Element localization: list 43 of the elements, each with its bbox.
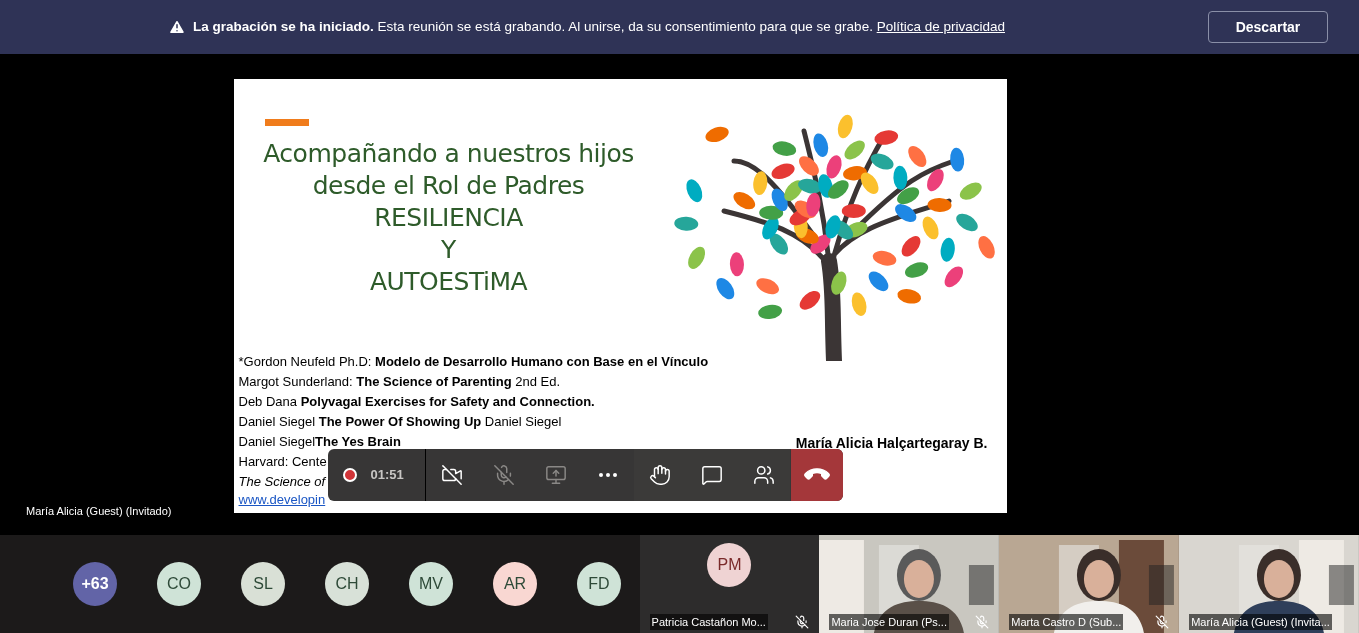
participant-avatar[interactable]: SL [241, 562, 285, 606]
presenter-name: María Alicia (Guest) (Invitado) [26, 503, 172, 519]
participant-avatar[interactable]: CH [325, 562, 369, 606]
participant-avatar[interactable]: MV [409, 562, 453, 606]
slide-title-line: Y [441, 234, 456, 266]
reference-line: Daniel SiegelThe Yes Brain [238, 433, 401, 451]
more-icon [598, 473, 617, 477]
accent-bar [264, 119, 309, 126]
reference-line: Deb Dana Polyvagal Exercises for Safety and Connection. [238, 393, 595, 411]
hang-up-button[interactable] [790, 449, 843, 501]
share-screen-icon [544, 464, 567, 486]
slide-title-line: desde el Rol de Padres [312, 170, 585, 202]
participant-avatar[interactable]: +63 [73, 562, 117, 606]
people-icon [752, 464, 775, 486]
reference-line: *Gordon Neufeld Ph.D: Modelo de Desarrollo Humano con Base en el Vínculo [238, 353, 709, 371]
slide-title-line: RESILIENCIA [374, 202, 523, 234]
author-name: María Alicia Halçartegaray B. [795, 435, 988, 451]
dismiss-button[interactable]: Descartar [1208, 11, 1328, 43]
chat-icon [700, 464, 723, 486]
toolbar-button[interactable] [633, 449, 686, 501]
toolbar-button[interactable] [737, 449, 790, 501]
participant-avatar: PM [707, 543, 752, 587]
reference-line: The Science of [238, 473, 326, 491]
camera-off-icon [440, 464, 463, 486]
warning-icon [168, 18, 186, 36]
mic-off-icon [492, 464, 515, 486]
call-timer: 01:51 [370, 466, 404, 485]
participant-avatar[interactable]: CO [157, 562, 201, 606]
slide-title-line: Acompañando a nuestros hijos [263, 138, 634, 170]
reference-link[interactable]: www.developin [238, 492, 326, 507]
reference-line: Harvard: Cente [238, 453, 327, 471]
privacy-link[interactable]: Política de privacidad [876, 18, 1005, 34]
reference-line: Margot Sunderland: The Science of Parenting 2nd Ed. [238, 373, 561, 391]
slide-title-line: AUTOESTiMA [369, 266, 528, 298]
participant-avatar[interactable]: FD [577, 562, 621, 606]
hand-icon [648, 464, 671, 486]
reference-line: Daniel Siegel The Power Of Showing Up Daniel Siegel [238, 413, 562, 431]
participant-name: Marta Castro D (Sub... [1009, 613, 1124, 630]
participant-name: Patricia Castañon Mo... [649, 613, 768, 630]
recording-message: La grabación se ha iniciado. Esta reunión se está grabando. Al unirse, da su consentimiento para que se grabe. Política de privacidad [193, 17, 1005, 36]
participant-avatar[interactable]: AR [493, 562, 537, 606]
participant-name: María Alicia (Guest) (Invita... [1189, 613, 1332, 630]
participant-name: Maria Jose Duran (Ps... [829, 613, 949, 630]
